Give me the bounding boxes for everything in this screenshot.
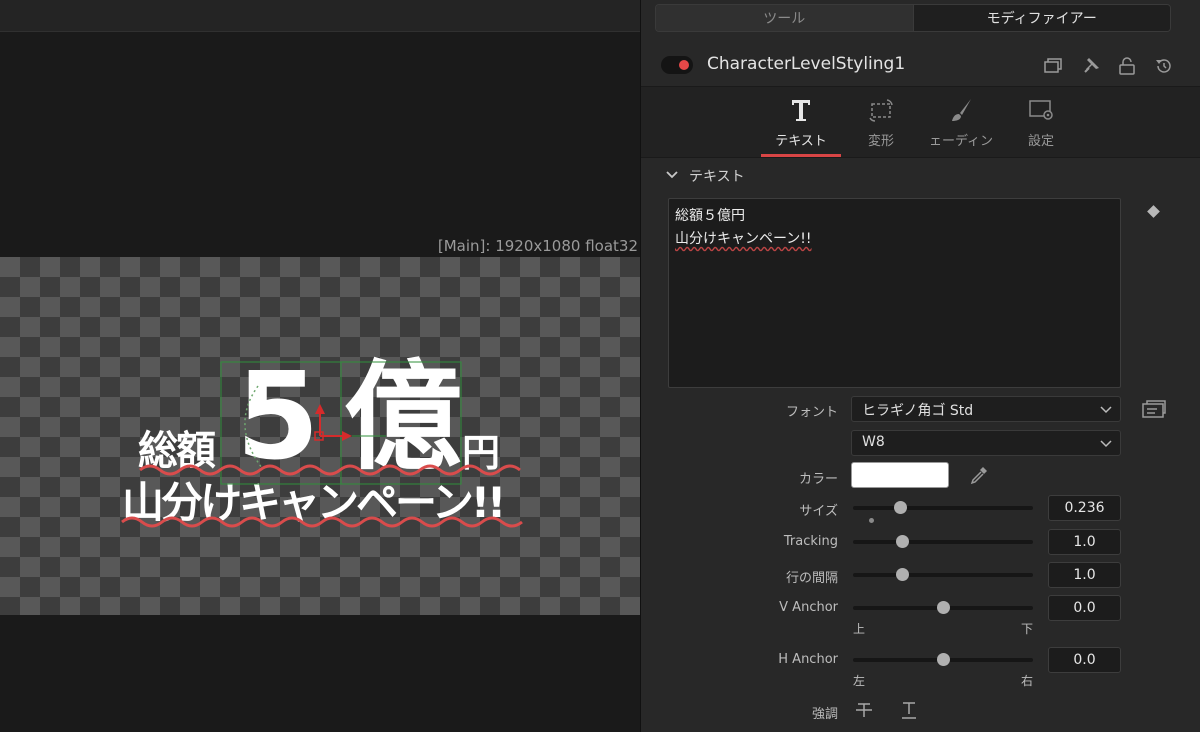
pin-icon[interactable] <box>1081 56 1101 76</box>
settings-icon <box>1029 100 1053 120</box>
tab-text-label: テキスト <box>775 134 827 149</box>
color-swatch[interactable] <box>851 462 949 488</box>
size-slider-thumb[interactable] <box>893 501 907 514</box>
canvas-text-sougaku: 総額 <box>138 428 216 474</box>
v-anchor-slider[interactable] <box>853 601 1033 614</box>
brush-icon <box>952 99 971 121</box>
resolution-label: [Main]: 1920x1080 float32 <box>437 237 638 255</box>
size-slider[interactable] <box>853 501 1033 514</box>
reset-icon[interactable] <box>1154 56 1174 76</box>
tracking-slider[interactable] <box>853 535 1033 548</box>
h-anchor-min-label: 左 <box>853 674 866 688</box>
segment-modifier[interactable]: モディファイアー <box>913 5 1170 31</box>
tab-shading[interactable]: ェーディン <box>921 87 1001 159</box>
canvas-text-five: 5 <box>236 348 320 487</box>
h-anchor-slider[interactable] <box>853 653 1033 666</box>
chevron-down-icon <box>1100 440 1112 448</box>
tracking-label: Tracking <box>783 534 838 549</box>
tab-settings-label: 設定 <box>1027 134 1054 149</box>
tracking-value-field[interactable]: 1.0 <box>1048 529 1121 555</box>
node-enable-toggle[interactable] <box>661 56 693 74</box>
tab-settings[interactable]: 設定 <box>1001 87 1081 159</box>
inspector-segment-control: ツール モディファイアー <box>655 4 1171 32</box>
h-anchor-label: H Anchor <box>778 652 838 667</box>
font-family-value: ヒラギノ角ゴ Std <box>862 403 974 419</box>
emphasis-label: 強調 <box>811 707 838 722</box>
tab-shading-label: ェーディン <box>928 134 994 149</box>
h-anchor-slider-thumb[interactable] <box>937 653 950 666</box>
size-default-marker <box>869 518 874 523</box>
v-anchor-label: V Anchor <box>779 600 838 615</box>
inspector-tabs: テキスト 変形 ェーディン 設定 <box>641 86 1200 158</box>
node-header: CharacterLevelStyling1 <box>641 44 1200 86</box>
keyframe-diamond-icon[interactable] <box>1147 205 1160 218</box>
strikethrough-icon[interactable] <box>854 700 874 720</box>
h-anchor-value-field[interactable]: 0.0 <box>1048 647 1121 673</box>
v-anchor-value-field[interactable]: 0.0 <box>1048 595 1121 621</box>
size-label: サイズ <box>799 504 838 519</box>
active-tab-indicator <box>761 154 841 157</box>
font-label: フォント <box>785 405 838 420</box>
line-spacing-slider[interactable] <box>853 568 1033 581</box>
chevron-down-icon <box>1100 406 1112 414</box>
v-anchor-max-label: 下 <box>1021 622 1034 636</box>
font-style-select[interactable]: W8 <box>851 430 1121 456</box>
transform-icon <box>869 99 893 122</box>
eyedropper-icon[interactable] <box>969 465 989 485</box>
window-icon[interactable] <box>1043 56 1063 76</box>
toggle-indicator <box>679 60 689 70</box>
section-title: テキスト <box>689 169 745 185</box>
canvas-checkerboard[interactable] <box>0 257 640 615</box>
chevron-down-icon[interactable] <box>665 168 679 182</box>
line-spacing-value-field[interactable]: 1.0 <box>1048 562 1121 588</box>
h-anchor-max-label: 右 <box>1021 674 1034 688</box>
underline-icon[interactable] <box>899 700 919 720</box>
font-browser-icon[interactable] <box>1141 398 1167 420</box>
tab-transform[interactable]: 変形 <box>841 87 921 159</box>
lock-icon[interactable] <box>1117 56 1137 76</box>
line-spacing-label: 行の間隔 <box>785 571 838 586</box>
node-name: CharacterLevelStyling1 <box>707 54 906 74</box>
segment-tools[interactable]: ツール <box>656 5 914 31</box>
font-family-select[interactable]: ヒラギノ角ゴ Std <box>851 396 1121 422</box>
canvas-text-en: 円 <box>462 431 501 475</box>
styled-text-line1: 総額５億円 <box>675 208 745 224</box>
line-spacing-slider-thumb[interactable] <box>895 568 909 581</box>
v-anchor-min-label: 上 <box>853 622 866 636</box>
size-value-field[interactable]: 0.236 <box>1048 495 1121 521</box>
color-label: カラー <box>798 472 838 487</box>
inspector-panel: ツール モディファイアー CharacterLevelStyling1 テキスト… <box>640 0 1200 732</box>
canvas-text-oku: 億 <box>344 348 462 486</box>
tracking-slider-thumb[interactable] <box>895 535 909 548</box>
styled-text-input[interactable]: 総額５億円 山分けキャンペーン!! <box>668 198 1121 388</box>
styled-text-line2: 山分けキャンペーン!! <box>675 231 812 247</box>
viewer-panel[interactable]: [Main]: 1920x1080 float32 総額 5 億 円 山分けキャ… <box>0 0 640 732</box>
tab-transform-label: 変形 <box>867 134 894 149</box>
canvas-text-line2: 山分けキャンペーン!! <box>122 478 506 527</box>
text-T-icon <box>792 100 810 121</box>
v-anchor-slider-thumb[interactable] <box>937 601 950 614</box>
tab-text[interactable]: テキスト <box>761 87 841 159</box>
font-style-value: W8 <box>862 434 885 450</box>
viewer-toolbar <box>0 0 640 32</box>
